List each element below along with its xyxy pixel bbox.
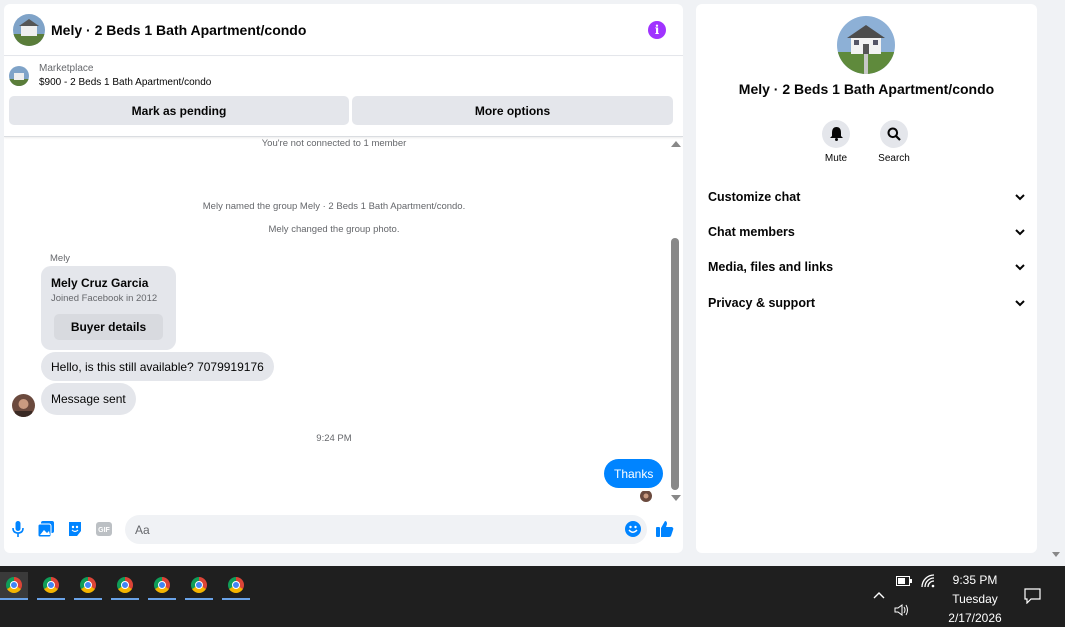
chat-scrollbar[interactable]	[668, 138, 683, 504]
message-bubble[interactable]: Hello, is this still available? 70799191…	[41, 352, 274, 381]
section-label: Privacy & support	[708, 296, 815, 310]
chat-panel: Mely · 2 Beds 1 Bath Apartment/condo i M…	[4, 4, 683, 553]
marketplace-banner: Marketplace $900 - 2 Beds 1 Bath Apartme…	[4, 57, 683, 137]
chrome-icon	[6, 577, 22, 593]
listing-thumbnail[interactable]	[9, 66, 29, 86]
search-icon	[880, 120, 908, 148]
show-hidden-icons-chevron-up-icon[interactable]	[873, 591, 885, 599]
section-chat-members[interactable]: Chat members	[708, 220, 1025, 244]
chevron-down-icon	[1015, 263, 1025, 270]
buyer-name: Mely Cruz Garcia	[51, 276, 149, 290]
chat-info-panel: Mely · 2 Beds 1 Bath Apartment/condo Mut…	[696, 4, 1037, 553]
section-customize-chat[interactable]: Customize chat	[708, 185, 1025, 209]
search-label: Search	[878, 153, 910, 164]
page-scroll-down-arrow-icon[interactable]	[1052, 552, 1060, 557]
section-media-files-links[interactable]: Media, files and links	[708, 255, 1025, 279]
chat-title: Mely · 2 Beds 1 Bath Apartment/condo	[51, 21, 307, 38]
chat-header: Mely · 2 Beds 1 Bath Apartment/condo i	[4, 4, 683, 56]
sender-name: Mely	[50, 253, 71, 264]
microphone-icon[interactable]	[10, 521, 26, 537]
chrome-icon	[228, 577, 244, 593]
taskbar-chrome-app[interactable]	[111, 572, 139, 600]
chrome-icon	[80, 577, 96, 593]
message-input[interactable]	[125, 515, 647, 544]
taskbar-chrome-app[interactable]	[185, 572, 213, 600]
taskbar: 9:35 PM Tuesday 2/17/2026	[0, 566, 1065, 627]
buyer-joined: Joined Facebook in 2012	[51, 293, 158, 304]
section-label: Chat members	[708, 225, 795, 239]
seen-avatar	[640, 490, 652, 502]
photo-icon[interactable]	[38, 521, 54, 537]
chrome-icon	[154, 577, 170, 593]
scroll-down-arrow-icon[interactable]	[671, 495, 681, 501]
clock-day: Tuesday	[952, 592, 998, 606]
mark-pending-button[interactable]: Mark as pending	[9, 96, 349, 125]
scroll-up-arrow-icon[interactable]	[671, 141, 681, 147]
group-avatar[interactable]	[13, 13, 45, 46]
message-composer: GIF	[4, 511, 683, 547]
chevron-down-icon	[1015, 193, 1025, 200]
notification-center-icon[interactable]	[1024, 588, 1041, 604]
chrome-icon	[43, 577, 59, 593]
outgoing-message-bubble[interactable]: Thanks	[604, 459, 664, 488]
buyer-card: Mely Cruz Garcia Joined Facebook in 2012…	[41, 266, 176, 350]
chevron-down-icon	[1015, 299, 1025, 306]
event-photo-changed: Mely changed the group photo.	[268, 224, 400, 235]
clock-date: 2/17/2026	[948, 611, 1002, 625]
sender-avatar[interactable]	[12, 394, 35, 417]
marketplace-label: Marketplace	[39, 63, 94, 74]
message-timestamp: 9:24 PM	[316, 433, 352, 444]
event-group-named: Mely named the group Mely · 2 Beds 1 Bat…	[202, 201, 466, 212]
battery-icon[interactable]	[896, 576, 912, 586]
system-clock[interactable]: 9:35 PM Tuesday 2/17/2026	[934, 571, 1016, 627]
not-connected-notice: You're not connected to 1 member	[261, 138, 407, 149]
chrome-icon	[117, 577, 133, 593]
section-label: Customize chat	[708, 190, 801, 204]
taskbar-chrome-app[interactable]	[0, 572, 28, 600]
taskbar-chrome-app[interactable]	[222, 572, 250, 600]
emoji-icon[interactable]	[625, 521, 641, 537]
sticker-icon[interactable]	[67, 521, 83, 537]
message-bubble[interactable]: Message sent	[41, 383, 136, 415]
buyer-details-button[interactable]: Buyer details	[54, 314, 163, 340]
group-title: Mely · 2 Beds 1 Bath Apartment/condo	[738, 81, 995, 97]
mute-button[interactable]: Mute	[816, 120, 856, 164]
chrome-icon	[191, 577, 207, 593]
info-icon[interactable]: i	[648, 21, 666, 39]
svg-text:GIF: GIF	[98, 527, 110, 534]
mute-label: Mute	[824, 153, 848, 164]
chevron-down-icon	[1015, 228, 1025, 235]
section-privacy-support[interactable]: Privacy & support	[708, 291, 1025, 315]
volume-icon[interactable]	[894, 604, 912, 616]
section-label: Media, files and links	[708, 260, 834, 274]
scrollbar-thumb[interactable]	[671, 238, 679, 490]
taskbar-chrome-app[interactable]	[148, 572, 176, 600]
bell-icon	[822, 120, 850, 148]
gif-icon[interactable]: GIF	[96, 521, 112, 537]
like-thumbs-up-icon[interactable]	[656, 520, 674, 538]
clock-time: 9:35 PM	[952, 573, 998, 587]
wifi-icon[interactable]	[921, 574, 935, 588]
taskbar-chrome-app[interactable]	[74, 572, 102, 600]
search-button[interactable]: Search	[874, 120, 914, 164]
more-options-button[interactable]: More options	[352, 96, 673, 125]
group-photo[interactable]	[837, 16, 895, 74]
taskbar-chrome-app[interactable]	[37, 572, 65, 600]
listing-title[interactable]: $900 - 2 Beds 1 Bath Apartment/condo	[39, 77, 211, 88]
